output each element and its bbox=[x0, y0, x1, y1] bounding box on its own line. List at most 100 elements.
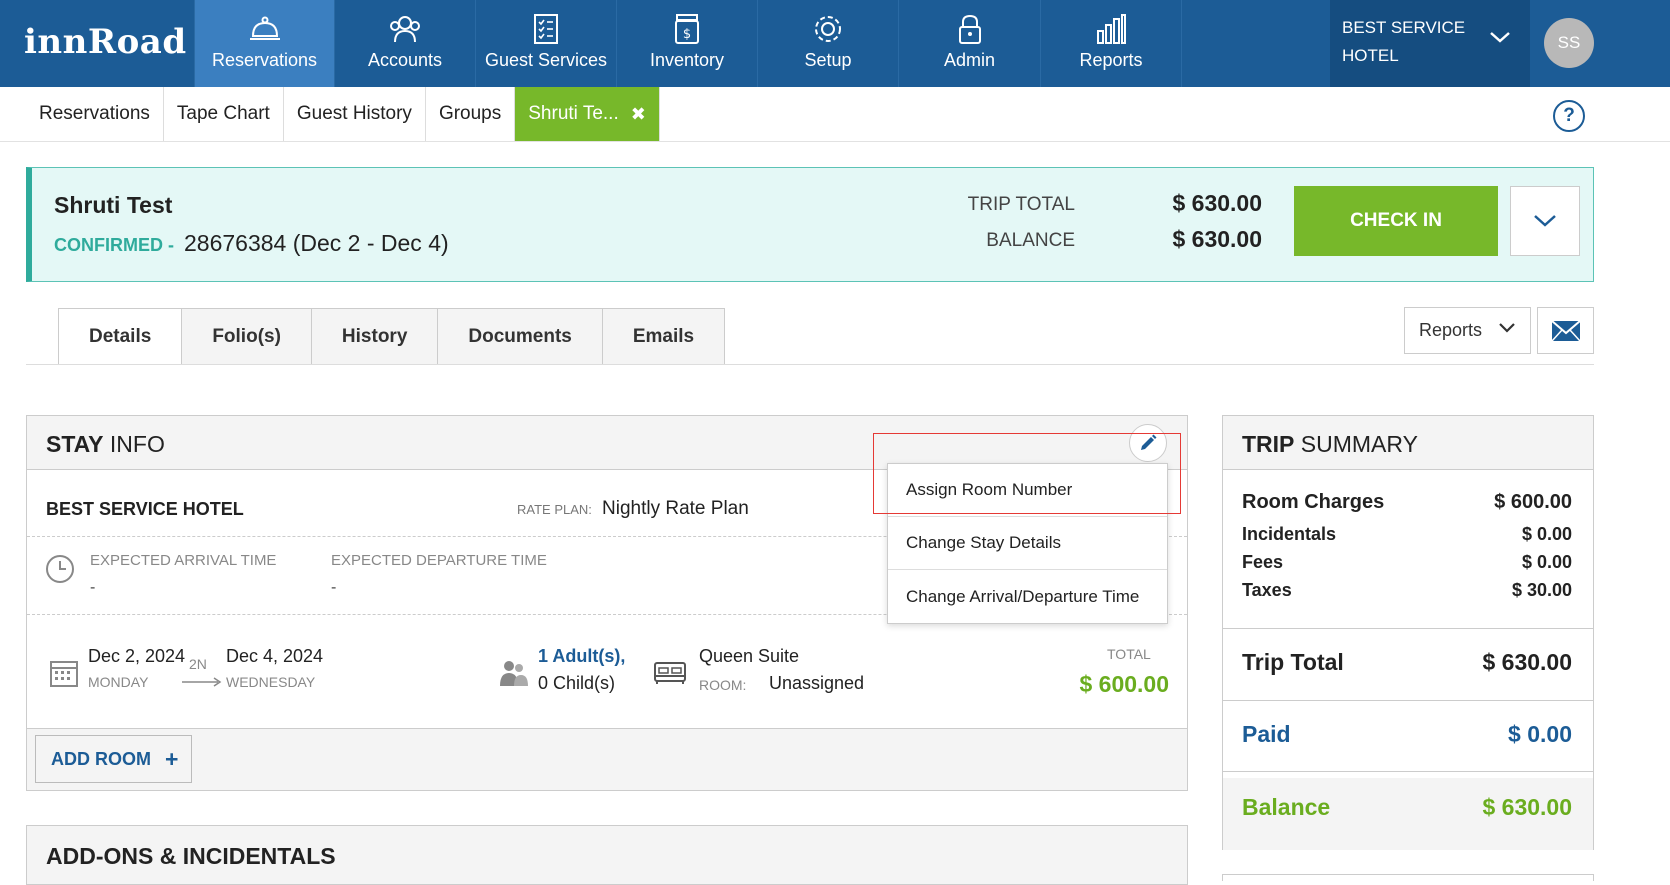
row-label: Incidentals bbox=[1242, 524, 1337, 544]
balance-value: $ 630.00 bbox=[1172, 226, 1262, 252]
reports-dropdown[interactable]: Reports bbox=[1404, 307, 1531, 354]
departure-time-value: - bbox=[331, 579, 337, 596]
subtab-tape-chart[interactable]: Tape Chart bbox=[164, 87, 284, 141]
row-label: Trip Total bbox=[1242, 649, 1344, 675]
stay-total-value: $ 600.00 bbox=[1079, 671, 1169, 697]
room-value: Unassigned bbox=[769, 673, 865, 693]
row-label: Balance bbox=[1242, 794, 1331, 820]
check-in-button[interactable]: CHECK IN bbox=[1294, 186, 1498, 256]
calendar-icon bbox=[49, 658, 79, 693]
subtab-active-reservation[interactable]: Shruti Te... ✖ bbox=[515, 87, 660, 141]
close-icon[interactable]: ✖ bbox=[631, 104, 646, 125]
lock-icon bbox=[899, 12, 1040, 46]
add-room-button[interactable]: ADD ROOM + bbox=[35, 735, 192, 783]
row-value: $ 30.00 bbox=[1511, 580, 1572, 600]
subtab-groups[interactable]: Groups bbox=[426, 87, 516, 141]
summary-row-balance: Balance $ 630.00 bbox=[1242, 794, 1572, 821]
nav-guest-services[interactable]: Guest Services bbox=[475, 0, 616, 87]
nav-admin[interactable]: Admin bbox=[898, 0, 1040, 87]
children-count: 0 Child(s) bbox=[538, 673, 616, 693]
nights-count: 2N bbox=[189, 656, 207, 672]
nav-label: Admin bbox=[943, 50, 996, 70]
arrival-time-label: EXPECTED ARRIVAL TIME bbox=[90, 552, 277, 569]
chevron-down-icon bbox=[1499, 323, 1515, 333]
more-actions-button[interactable] bbox=[1510, 186, 1580, 256]
tab-folios[interactable]: Folio(s) bbox=[182, 308, 312, 365]
rate-plan-label: RATE PLAN: bbox=[517, 502, 592, 517]
adults-link[interactable]: 1 Adult(s), bbox=[538, 646, 625, 667]
menu-item-change-stay-details[interactable]: Change Stay Details bbox=[888, 517, 1167, 570]
tab-history[interactable]: History bbox=[311, 308, 439, 365]
guest-name: Shruti Test bbox=[54, 192, 173, 218]
reports-label: Reports bbox=[1419, 320, 1483, 340]
row-value: $ 630.00 bbox=[1482, 794, 1572, 820]
checkout-day: WEDNESDAY bbox=[226, 674, 316, 690]
bell-icon bbox=[195, 12, 334, 46]
nav-label: Guest Services bbox=[484, 50, 608, 70]
row-label: Paid bbox=[1242, 721, 1291, 747]
arrow-right-icon bbox=[182, 674, 222, 692]
tab-emails[interactable]: Emails bbox=[602, 308, 726, 365]
row-value: $ 0.00 bbox=[1521, 552, 1572, 572]
jar-icon: $ bbox=[617, 12, 757, 46]
envelope-icon bbox=[1550, 319, 1581, 342]
sub-navigation: Reservations Tape Chart Guest History Gr… bbox=[26, 87, 660, 141]
email-button[interactable] bbox=[1537, 307, 1594, 354]
clock-icon bbox=[45, 554, 75, 589]
innroad-logo[interactable]: innRoad bbox=[24, 22, 187, 62]
row-label: Fees bbox=[1242, 552, 1284, 572]
next-panel-edge bbox=[1222, 874, 1594, 881]
divider bbox=[1223, 628, 1593, 629]
divider bbox=[0, 141, 1670, 142]
nav-setup[interactable]: Setup bbox=[757, 0, 898, 87]
reservation-banner: Shruti Test CONFIRMED - 28676384 (Dec 2 … bbox=[26, 167, 1594, 282]
checkin-date: Dec 2, 2024 bbox=[88, 646, 186, 666]
help-icon[interactable]: ? bbox=[1553, 100, 1585, 132]
people-icon bbox=[335, 12, 475, 46]
avatar[interactable]: SS bbox=[1544, 18, 1594, 68]
tab-documents[interactable]: Documents bbox=[438, 308, 603, 365]
title-rest: SUMMARY bbox=[1294, 431, 1418, 457]
gear-icon bbox=[758, 12, 898, 46]
guests-icon bbox=[497, 659, 529, 692]
summary-row-room-charges: Room Charges $ 600.00 bbox=[1242, 491, 1572, 514]
departure-time-label: EXPECTED DEPARTURE TIME bbox=[331, 552, 547, 569]
title-bold: TRIP bbox=[1242, 431, 1295, 457]
plus-icon: + bbox=[165, 745, 179, 772]
checkout-date: Dec 4, 2024 bbox=[226, 646, 324, 666]
chevron-down-icon bbox=[1488, 30, 1512, 49]
nav-reservations[interactable]: Reservations bbox=[194, 0, 334, 87]
panel-title: ADD-ONS & INCIDENTALS bbox=[46, 843, 336, 869]
summary-row-incidentals: Incidentals $ 0.00 bbox=[1242, 524, 1572, 545]
trip-total-label: TRIP TOTAL bbox=[967, 194, 1075, 215]
highlight-box bbox=[873, 433, 1181, 514]
trip-summary-header: TRIP SUMMARY bbox=[1223, 416, 1593, 470]
stay-info-footer: ADD ROOM + bbox=[27, 728, 1187, 790]
tab-details[interactable]: Details bbox=[58, 308, 183, 365]
hotel-selector[interactable]: BEST SERVICE HOTEL bbox=[1330, 0, 1530, 87]
add-room-label: ADD ROOM bbox=[51, 748, 151, 769]
stay-hotel-name: BEST SERVICE HOTEL bbox=[46, 499, 244, 519]
reservation-number: 28676384 (Dec 2 - Dec 4) bbox=[184, 230, 449, 256]
nav-inventory[interactable]: $ Inventory bbox=[616, 0, 757, 87]
nav-reports[interactable]: Reports bbox=[1040, 0, 1182, 87]
checkin-day: MONDAY bbox=[88, 674, 149, 690]
nav-accounts[interactable]: Accounts bbox=[334, 0, 475, 87]
summary-row-paid: Paid $ 0.00 bbox=[1242, 721, 1572, 748]
row-value: $ 0.00 bbox=[1508, 721, 1572, 747]
nav-label: Reservations bbox=[211, 50, 318, 70]
hotel-name: BEST SERVICE HOTEL bbox=[1342, 18, 1466, 65]
subtab-reservations[interactable]: Reservations bbox=[26, 87, 164, 141]
panel-title: STAY INFO bbox=[46, 431, 165, 458]
divider bbox=[1223, 700, 1593, 701]
nav-label: Reports bbox=[1079, 50, 1143, 70]
detail-tabs: Details Folio(s) History Documents Email… bbox=[58, 308, 726, 365]
menu-item-change-arrival-departure-time[interactable]: Change Arrival/Departure Time bbox=[888, 570, 1167, 623]
title-rest: INFO bbox=[103, 431, 165, 457]
summary-row-fees: Fees $ 0.00 bbox=[1242, 552, 1572, 573]
arrival-time-value: - bbox=[90, 579, 96, 596]
svg-text:$: $ bbox=[683, 27, 691, 42]
rate-plan-value: Nightly Rate Plan bbox=[602, 498, 749, 519]
panel-title: TRIP SUMMARY bbox=[1242, 431, 1418, 458]
subtab-guest-history[interactable]: Guest History bbox=[284, 87, 426, 141]
